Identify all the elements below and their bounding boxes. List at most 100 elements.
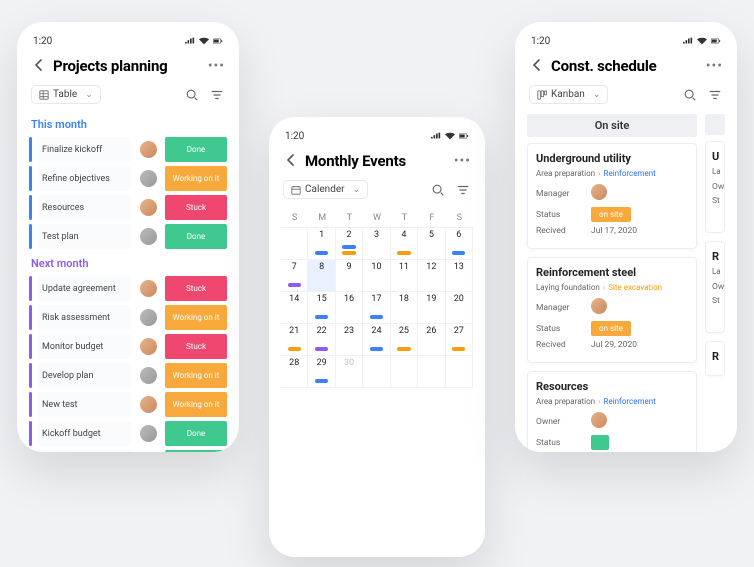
status-badge: Working on it bbox=[165, 305, 227, 330]
signal-icon bbox=[185, 37, 195, 45]
search-icon[interactable] bbox=[681, 86, 698, 103]
calendar-day[interactable] bbox=[281, 228, 308, 260]
calendar-day[interactable]: 17 bbox=[363, 292, 390, 324]
calendar-day[interactable] bbox=[363, 356, 390, 388]
view-chip[interactable]: Calender ⌄ bbox=[283, 180, 368, 199]
more-icon[interactable]: ••• bbox=[454, 153, 471, 169]
calendar-day[interactable] bbox=[418, 356, 445, 388]
list-item[interactable]: Kickoff budgetDone bbox=[29, 421, 227, 446]
calendar-day[interactable]: 12 bbox=[418, 260, 445, 292]
section-header-next-month: Next month bbox=[29, 253, 227, 276]
avatar bbox=[591, 412, 607, 428]
status-badge: on site bbox=[591, 207, 631, 222]
calendar-day[interactable]: 9 bbox=[336, 260, 363, 292]
calendar-day[interactable]: 30 bbox=[336, 356, 363, 388]
kanban-icon bbox=[537, 90, 547, 100]
page-title: Monthly Events bbox=[305, 152, 448, 170]
list-item[interactable]: Develop planWorking on it bbox=[29, 363, 227, 388]
back-icon[interactable] bbox=[529, 56, 545, 75]
view-chip[interactable]: Kanban ⌄ bbox=[529, 85, 608, 104]
calendar-day[interactable]: 20 bbox=[446, 292, 473, 324]
calendar-day[interactable] bbox=[391, 356, 418, 388]
titlebar: Const. schedule ••• bbox=[527, 54, 725, 83]
status-badge bbox=[591, 435, 609, 450]
kanban-card[interactable]: Reinforcement steel Laying foundation›Si… bbox=[527, 257, 697, 363]
card-title: Resources bbox=[536, 380, 688, 393]
calendar-day[interactable]: 7 bbox=[281, 260, 308, 292]
view-chip[interactable]: Table ⌄ bbox=[31, 85, 101, 104]
calendar-day[interactable]: 19 bbox=[418, 292, 445, 324]
calendar-day[interactable]: 3 bbox=[363, 228, 390, 260]
status-badge: Stuck bbox=[165, 334, 227, 359]
list-item[interactable]: Update agreementStuck bbox=[29, 276, 227, 301]
event-marker bbox=[452, 251, 465, 255]
calendar-day[interactable]: 18 bbox=[391, 292, 418, 324]
more-icon[interactable]: ••• bbox=[706, 58, 723, 74]
calendar-day[interactable]: 10 bbox=[363, 260, 390, 292]
list-item[interactable]: Risk assessmentWorking on it bbox=[29, 305, 227, 330]
calendar-day[interactable]: 24 bbox=[363, 324, 390, 356]
more-icon[interactable]: ••• bbox=[208, 58, 225, 74]
calendar-day[interactable]: 29 bbox=[308, 356, 335, 388]
wifi-icon bbox=[445, 132, 455, 140]
kanban-card[interactable]: U La Ow St bbox=[705, 141, 725, 233]
status-badge: Working on it bbox=[165, 166, 227, 191]
filter-icon[interactable] bbox=[454, 181, 471, 198]
calendar-day[interactable]: 1 bbox=[308, 228, 335, 260]
kanban-card[interactable]: Resources Area preparation›Reinforcement… bbox=[527, 371, 697, 452]
calendar-day[interactable]: 15 bbox=[308, 292, 335, 324]
page-title: Projects planning bbox=[53, 57, 202, 75]
list-item[interactable]: ResourcesStuck bbox=[29, 195, 227, 220]
back-icon[interactable] bbox=[283, 151, 299, 170]
kanban-card[interactable]: R bbox=[705, 341, 725, 376]
view-chip-label: Calender bbox=[305, 184, 345, 195]
kanban-card[interactable]: R La Ow St bbox=[705, 241, 725, 333]
kanban-column: On site Underground utility Area prepara… bbox=[527, 114, 697, 452]
card-title: Underground utility bbox=[536, 152, 688, 165]
calendar-day[interactable]: 14 bbox=[281, 292, 308, 324]
view-chip-label: Table bbox=[53, 89, 77, 100]
event-marker bbox=[315, 347, 328, 351]
calendar-day[interactable]: 6 bbox=[446, 228, 473, 260]
calendar-day[interactable]: 21 bbox=[281, 324, 308, 356]
avatar bbox=[137, 450, 159, 452]
list-item[interactable]: ResourcesDone bbox=[29, 450, 227, 452]
calendar-day[interactable]: 2 bbox=[336, 228, 363, 260]
calendar-day[interactable]: 22 bbox=[308, 324, 335, 356]
event-marker bbox=[342, 251, 355, 255]
calendar-day[interactable]: 28 bbox=[281, 356, 308, 388]
calendar-day[interactable]: 11 bbox=[391, 260, 418, 292]
calendar-day[interactable]: 25 bbox=[391, 324, 418, 356]
calendar-day[interactable] bbox=[446, 356, 473, 388]
calendar-day[interactable]: 23 bbox=[336, 324, 363, 356]
calendar-day[interactable]: 5 bbox=[418, 228, 445, 260]
back-icon[interactable] bbox=[31, 56, 47, 75]
avatar bbox=[137, 224, 159, 249]
status-badge: Working on it bbox=[165, 363, 227, 388]
calendar-day[interactable]: 8 bbox=[308, 260, 335, 292]
status-badge: Done bbox=[165, 450, 227, 452]
calendar-day[interactable]: 26 bbox=[418, 324, 445, 356]
search-icon[interactable] bbox=[429, 181, 446, 198]
view-chip-label: Kanban bbox=[551, 89, 585, 100]
avatar bbox=[137, 166, 159, 191]
list-item[interactable]: Refine objectivesWorking on it bbox=[29, 166, 227, 191]
statusbar-time: 1:20 bbox=[531, 36, 550, 47]
calendar-day[interactable]: 27 bbox=[446, 324, 473, 356]
page-title: Const. schedule bbox=[551, 57, 700, 75]
calendar-day[interactable]: 13 bbox=[446, 260, 473, 292]
filter-icon[interactable] bbox=[208, 86, 225, 103]
event-marker bbox=[315, 379, 328, 383]
list-item[interactable]: Finalize kickoffDone bbox=[29, 137, 227, 162]
search-icon[interactable] bbox=[183, 86, 200, 103]
chevron-down-icon: ⌄ bbox=[353, 185, 361, 195]
list-item[interactable]: New testWorking on it bbox=[29, 392, 227, 417]
kanban-card[interactable]: Underground utility Area preparation›Rei… bbox=[527, 143, 697, 249]
list-item[interactable]: Test planDone bbox=[29, 224, 227, 249]
status-badge: Done bbox=[165, 421, 227, 446]
column-header: On site bbox=[527, 114, 697, 137]
calendar-day[interactable]: 4 bbox=[391, 228, 418, 260]
list-item[interactable]: Monitor budgetStuck bbox=[29, 334, 227, 359]
calendar-day[interactable]: 16 bbox=[336, 292, 363, 324]
filter-icon[interactable] bbox=[706, 86, 723, 103]
